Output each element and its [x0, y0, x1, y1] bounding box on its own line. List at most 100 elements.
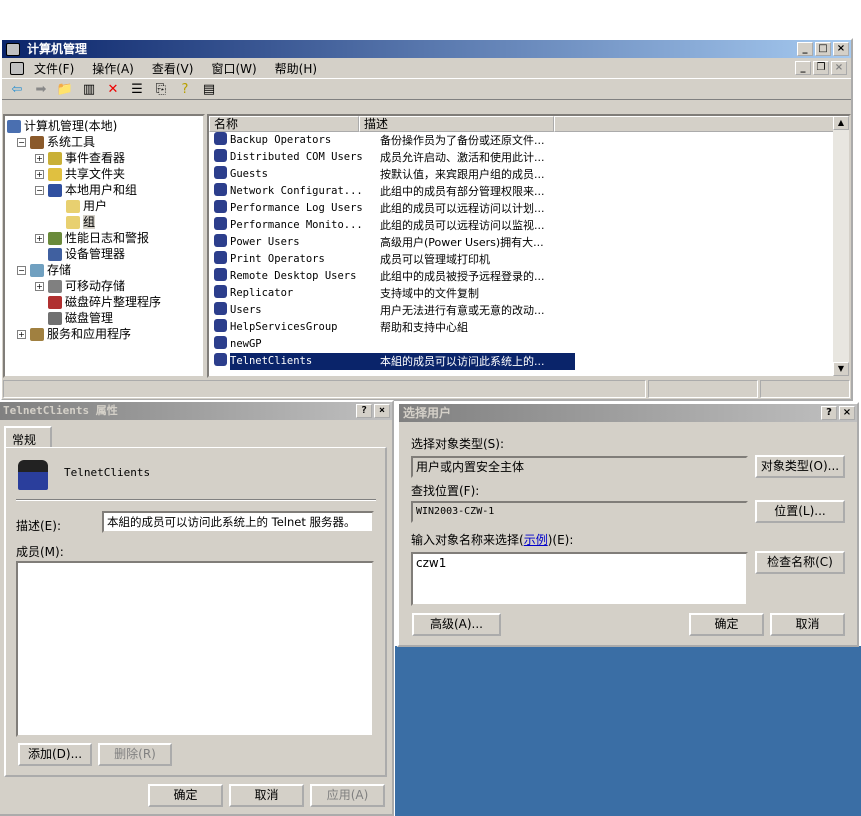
column-description[interactable]: 描述	[359, 116, 554, 132]
advanced-button[interactable]: 高级(A)...	[412, 613, 501, 636]
show-hide-tree-icon[interactable]: ▥	[80, 82, 98, 97]
back-icon[interactable]: ⇦	[8, 82, 26, 97]
expander-icon[interactable]: +	[17, 330, 26, 339]
console-tree: 计算机管理(本地) − 系统工具 + 事件查看器 + 共享文件夹 − 本地用户和组 用户组 + 性能日…	[3, 114, 205, 378]
tree-node[interactable]: + 共享文件夹	[7, 166, 201, 182]
tab-general[interactable]: 常规	[4, 426, 52, 448]
table-row[interactable]: Performance Log Users 此组的成员可以远程访问以计划...	[209, 200, 849, 217]
tree-node[interactable]: 计算机管理(本地)	[7, 118, 201, 134]
expander-icon[interactable]: +	[35, 154, 44, 163]
members-list[interactable]	[16, 561, 374, 737]
expander-icon[interactable]: −	[17, 266, 26, 275]
tree-node[interactable]: + 可移动存储	[7, 278, 201, 294]
properties-icon[interactable]: ☰	[128, 82, 146, 97]
node-icon	[30, 264, 44, 277]
minimize-button[interactable]: _	[797, 42, 813, 56]
up-folder-icon[interactable]: 📁	[56, 82, 74, 97]
tree-node[interactable]: 设备管理器	[7, 246, 201, 262]
members-label: 成员(M):	[16, 545, 64, 559]
group-icon	[214, 353, 227, 366]
group-icon	[214, 200, 227, 213]
action-pane-icon[interactable]: ▤	[200, 82, 218, 97]
child-minimize-button[interactable]: _	[795, 61, 811, 75]
child-close-button[interactable]: ×	[831, 61, 847, 75]
tree-node[interactable]: 磁盘碎片整理程序	[7, 294, 201, 310]
table-row[interactable]: Guests 按默认值，来宾跟用户组的成员...	[209, 166, 849, 183]
export-icon[interactable]: ⎘	[152, 82, 170, 97]
tree-node[interactable]: + 事件查看器	[7, 150, 201, 166]
table-row[interactable]: Print Operators 成员可以管理域打印机	[209, 251, 849, 268]
table-row[interactable]: Replicator 支持域中的文件复制	[209, 285, 849, 302]
expander-icon[interactable]: +	[35, 234, 44, 243]
tree-node[interactable]: 组	[7, 214, 201, 230]
table-row[interactable]: Network Configurat... 此组中的成员有部分管理权限来...	[209, 183, 849, 200]
ok-button[interactable]: 确定	[689, 613, 764, 636]
close-button[interactable]: ×	[374, 404, 390, 418]
cancel-button[interactable]: 取消	[770, 613, 845, 636]
table-row[interactable]: Power Users 高级用户(Power Users)拥有大...	[209, 234, 849, 251]
table-row[interactable]: Backup Operators 备份操作员为了备份或还原文件...	[209, 132, 849, 149]
vertical-scrollbar[interactable]: ▲ ▼	[833, 116, 849, 376]
group-description: 高级用户(Power Users)拥有大...	[380, 236, 544, 249]
telnetclients-properties-dialog: TelnetClients 属性 ? × 常规 TelnetClients 描述(…	[0, 400, 394, 816]
tree-node[interactable]: − 本地用户和组	[7, 182, 201, 198]
scroll-down-button[interactable]: ▼	[833, 362, 849, 376]
system-menu-icon[interactable]	[10, 61, 24, 75]
tree-node[interactable]: 用户	[7, 198, 201, 214]
list-header: 名称 描述	[209, 116, 849, 132]
close-button[interactable]: ×	[833, 42, 849, 56]
tree-node[interactable]: + 性能日志和警报	[7, 230, 201, 246]
apply-button[interactable]: 应用(A)	[310, 784, 385, 807]
table-row[interactable]: newGP	[209, 336, 849, 353]
help-button[interactable]: ?	[821, 406, 837, 420]
help-button[interactable]: ?	[356, 404, 372, 418]
title-bar: 选择用户 ? ×	[399, 404, 857, 422]
close-button[interactable]: ×	[839, 406, 855, 420]
remove-button[interactable]: 删除(R)	[98, 743, 172, 766]
menu-help[interactable]: 帮助(H)	[275, 60, 317, 77]
table-row[interactable]: Remote Desktop Users 此组中的成员被授予远程登录的...	[209, 268, 849, 285]
cancel-button[interactable]: 取消	[229, 784, 304, 807]
tree-node[interactable]: − 存储	[7, 262, 201, 278]
column-name[interactable]: 名称	[209, 116, 359, 132]
menu-window[interactable]: 窗口(W)	[211, 60, 256, 77]
table-row[interactable]: HelpServicesGroup 帮助和支持中心組	[209, 319, 849, 336]
forward-icon[interactable]: ➡	[32, 82, 50, 97]
menu-view[interactable]: 查看(V)	[152, 60, 194, 77]
description-input[interactable]: 本組的成员可以访问此系统上的 Telnet 服务器。	[102, 511, 374, 533]
folder-icon	[66, 216, 80, 229]
menu-file[interactable]: 文件(F)	[34, 60, 74, 77]
locations-button[interactable]: 位置(L)...	[755, 500, 845, 523]
table-row[interactable]: Users 用户无法进行有意或无意的改动...	[209, 302, 849, 319]
menu-action[interactable]: 操作(A)	[92, 60, 134, 77]
child-restore-button[interactable]: ❐	[813, 61, 829, 75]
expander-icon[interactable]: +	[35, 170, 44, 179]
help-icon[interactable]: ?	[176, 82, 194, 97]
expander-icon[interactable]: −	[35, 186, 44, 195]
delete-icon[interactable]: ✕	[104, 82, 122, 97]
expander-icon[interactable]: +	[35, 282, 44, 291]
table-row[interactable]: Performance Monito... 此组的成员可以远程访问以监视...	[209, 217, 849, 234]
tree-node[interactable]: − 系统工具	[7, 134, 201, 150]
group-description: 此组中的成员被授予远程登录的...	[380, 270, 545, 283]
add-button[interactable]: 添加(D)...	[18, 743, 92, 766]
examples-link[interactable]: 示例	[524, 533, 548, 547]
maximize-button[interactable]: □	[815, 42, 831, 56]
table-row[interactable]: Distributed COM Users 成员允许启动、激活和使用此计...	[209, 149, 849, 166]
group-description: 成员可以管理域打印机	[380, 253, 490, 266]
tree-node-label: 存储	[47, 263, 72, 277]
tree-node-label: 可移动存储	[65, 279, 126, 293]
object-types-button[interactable]: 对象类型(O)...	[755, 455, 845, 478]
check-names-button[interactable]: 检查名称(C)	[755, 551, 845, 574]
node-icon	[48, 152, 62, 165]
group-description: 按默认值，来宾跟用户组的成员...	[380, 168, 545, 181]
ok-button[interactable]: 确定	[148, 784, 223, 807]
expander-icon[interactable]: −	[17, 138, 26, 147]
tree-node[interactable]: + 服务和应用程序	[7, 326, 201, 342]
object-names-input[interactable]: czw1	[411, 552, 748, 606]
scroll-up-button[interactable]: ▲	[833, 116, 849, 130]
table-row[interactable]: TelnetClients 本組的成员可以访问此系统上的...	[209, 353, 849, 370]
tree-node[interactable]: 磁盘管理	[7, 310, 201, 326]
computer-management-window: 计算机管理 _ □ × 文件(F) 操作(A) 查看(V) 窗口(W) 帮助(H) …	[0, 38, 853, 401]
group-name: newGP	[230, 338, 262, 350]
